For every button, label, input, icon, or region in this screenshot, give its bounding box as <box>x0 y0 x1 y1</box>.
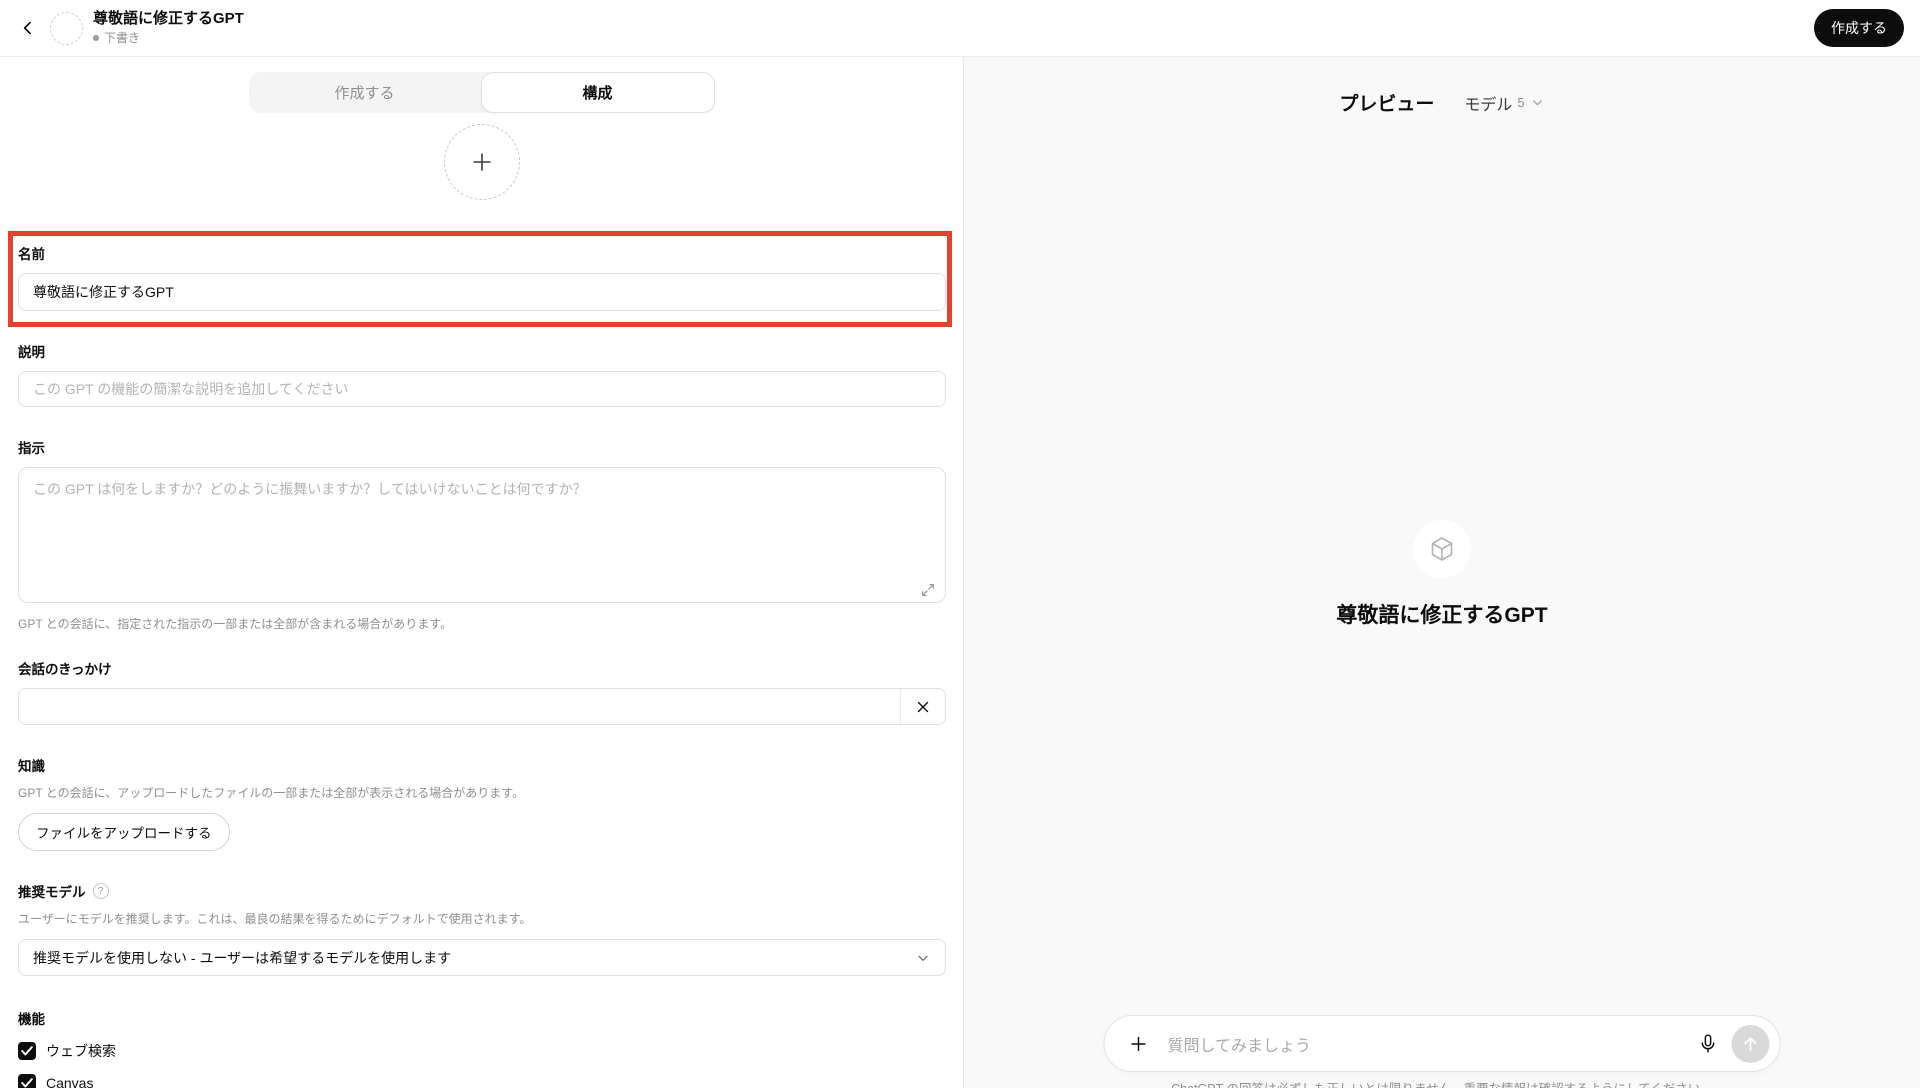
gpt-preview-name: 尊敬語に修正するGPT <box>1336 599 1547 629</box>
instructions-helper: GPT との会話に、指定された指示の一部または全部が含まれる場合があります。 <box>18 616 946 632</box>
chat-input-placeholder[interactable]: 質問してみましょう <box>1168 1032 1690 1056</box>
upload-files-button[interactable]: ファイルをアップロードする <box>18 813 230 851</box>
starter-input-group <box>18 688 946 725</box>
editor-mode-tabs: 作成する 構成 <box>249 72 715 113</box>
avatar-upload-button[interactable] <box>444 124 520 200</box>
chevron-down-icon <box>1530 95 1545 110</box>
create-button[interactable]: 作成する <box>1814 9 1904 47</box>
capabilities-label: 機能 <box>18 1008 946 1028</box>
help-icon[interactable]: ? <box>93 883 109 899</box>
recommended-model-label: 推奨モデル ? <box>18 881 946 901</box>
recommended-model-section: 推奨モデル ? ユーザーにモデルを推奨します。これは、最良の結果を得るためにデフ… <box>18 881 946 976</box>
starters-section: 会話のきっかけ <box>18 658 946 725</box>
cube-icon <box>1427 534 1457 564</box>
name-label: 名前 <box>18 243 946 263</box>
tab-configure[interactable]: 構成 <box>481 72 715 113</box>
preview-header: プレビュー モデル 5 <box>964 89 1920 116</box>
model-selector-label: モデル <box>1464 91 1512 115</box>
attach-button[interactable] <box>1125 1026 1153 1062</box>
recommended-model-label-text: 推奨モデル <box>18 881 86 901</box>
main-split: 作成する 構成 名前 説明 指示 <box>0 57 1920 1088</box>
gpt-preview-avatar <box>1413 520 1471 578</box>
knowledge-label: 知識 <box>18 755 946 775</box>
preview-title: プレビュー <box>1339 89 1434 116</box>
plus-icon <box>1128 1033 1150 1055</box>
recommended-model-value: 推奨モデルを使用しない - ユーザーは希望するモデルを使用します <box>33 948 915 968</box>
page-title: 尊敬語に修正するGPT <box>93 10 244 27</box>
recommended-model-helper: ユーザーにモデルを推奨します。これは、最良の結果を得るためにデフォルトで使用され… <box>18 911 946 927</box>
draft-status: 下書き <box>93 29 244 46</box>
checkbox-checked-icon[interactable] <box>18 1042 36 1060</box>
capability-label: ウェブ検索 <box>46 1041 116 1061</box>
instructions-textarea[interactable] <box>18 467 946 603</box>
disclaimer-text: ChatGPT の回答は必ずしも正しいとは限りません。重要な情報は確認するように… <box>964 1078 1920 1088</box>
gpt-avatar-placeholder[interactable] <box>50 12 83 45</box>
app-header: 尊敬語に修正するGPT 下書き 作成する <box>0 0 1920 57</box>
starter-input[interactable] <box>19 689 900 724</box>
header-title-block: 尊敬語に修正するGPT 下書き <box>93 10 244 46</box>
close-icon <box>916 700 930 714</box>
back-button[interactable] <box>12 12 44 44</box>
chevron-left-icon <box>18 18 38 38</box>
expand-icon[interactable] <box>920 582 936 598</box>
name-section: 名前 <box>18 243 946 311</box>
chevron-down-icon <box>915 950 931 966</box>
name-input[interactable] <box>18 273 946 311</box>
plus-icon <box>470 150 494 174</box>
tab-create[interactable]: 作成する <box>249 72 481 113</box>
model-selector[interactable]: モデル 5 <box>1464 91 1544 115</box>
draft-status-label: 下書き <box>104 29 140 46</box>
preview-panel: プレビュー モデル 5 尊敬語に修正するGPT 質問してみましょう <box>964 57 1920 1088</box>
capability-label: Canvas <box>46 1075 93 1088</box>
instructions-label: 指示 <box>18 437 946 457</box>
checkbox-checked-icon[interactable] <box>18 1074 36 1088</box>
recommended-model-select[interactable]: 推奨モデルを使用しない - ユーザーは希望するモデルを使用します <box>18 939 946 976</box>
draft-dot-icon <box>93 35 99 41</box>
instructions-section: 指示 GPT との会話に、指定された指示の一部または全部が含まれる場合があります… <box>18 437 946 632</box>
description-section: 説明 <box>18 341 946 407</box>
starter-clear-button[interactable] <box>900 689 945 724</box>
starters-label: 会話のきっかけ <box>18 658 946 678</box>
microphone-icon <box>1697 1033 1718 1054</box>
send-button[interactable] <box>1732 1025 1770 1063</box>
description-label: 説明 <box>18 341 946 361</box>
editor-panel: 作成する 構成 名前 説明 指示 <box>0 57 964 1088</box>
capability-row-canvas: Canvas <box>18 1074 946 1088</box>
model-version: 5 <box>1517 95 1524 110</box>
arrow-up-icon <box>1741 1034 1761 1054</box>
capabilities-section: 機能 ウェブ検索 Canvas 画 <box>18 1008 946 1088</box>
preview-gpt-identity: 尊敬語に修正するGPT <box>964 520 1920 629</box>
mic-button[interactable] <box>1690 1026 1726 1062</box>
chat-input-bar[interactable]: 質問してみましょう <box>1104 1015 1781 1072</box>
gpt-config-form: 名前 説明 指示 GPT との会話に、指定された指示の一部または全部が含まれる場… <box>18 243 946 1088</box>
knowledge-helper: GPT との会話に、アップロードしたファイルの一部または全部が表示される場合があ… <box>18 785 946 801</box>
description-input[interactable] <box>18 371 946 407</box>
capability-row-web-search: ウェブ検索 <box>18 1041 946 1061</box>
knowledge-section: 知識 GPT との会話に、アップロードしたファイルの一部または全部が表示される場… <box>18 755 946 851</box>
